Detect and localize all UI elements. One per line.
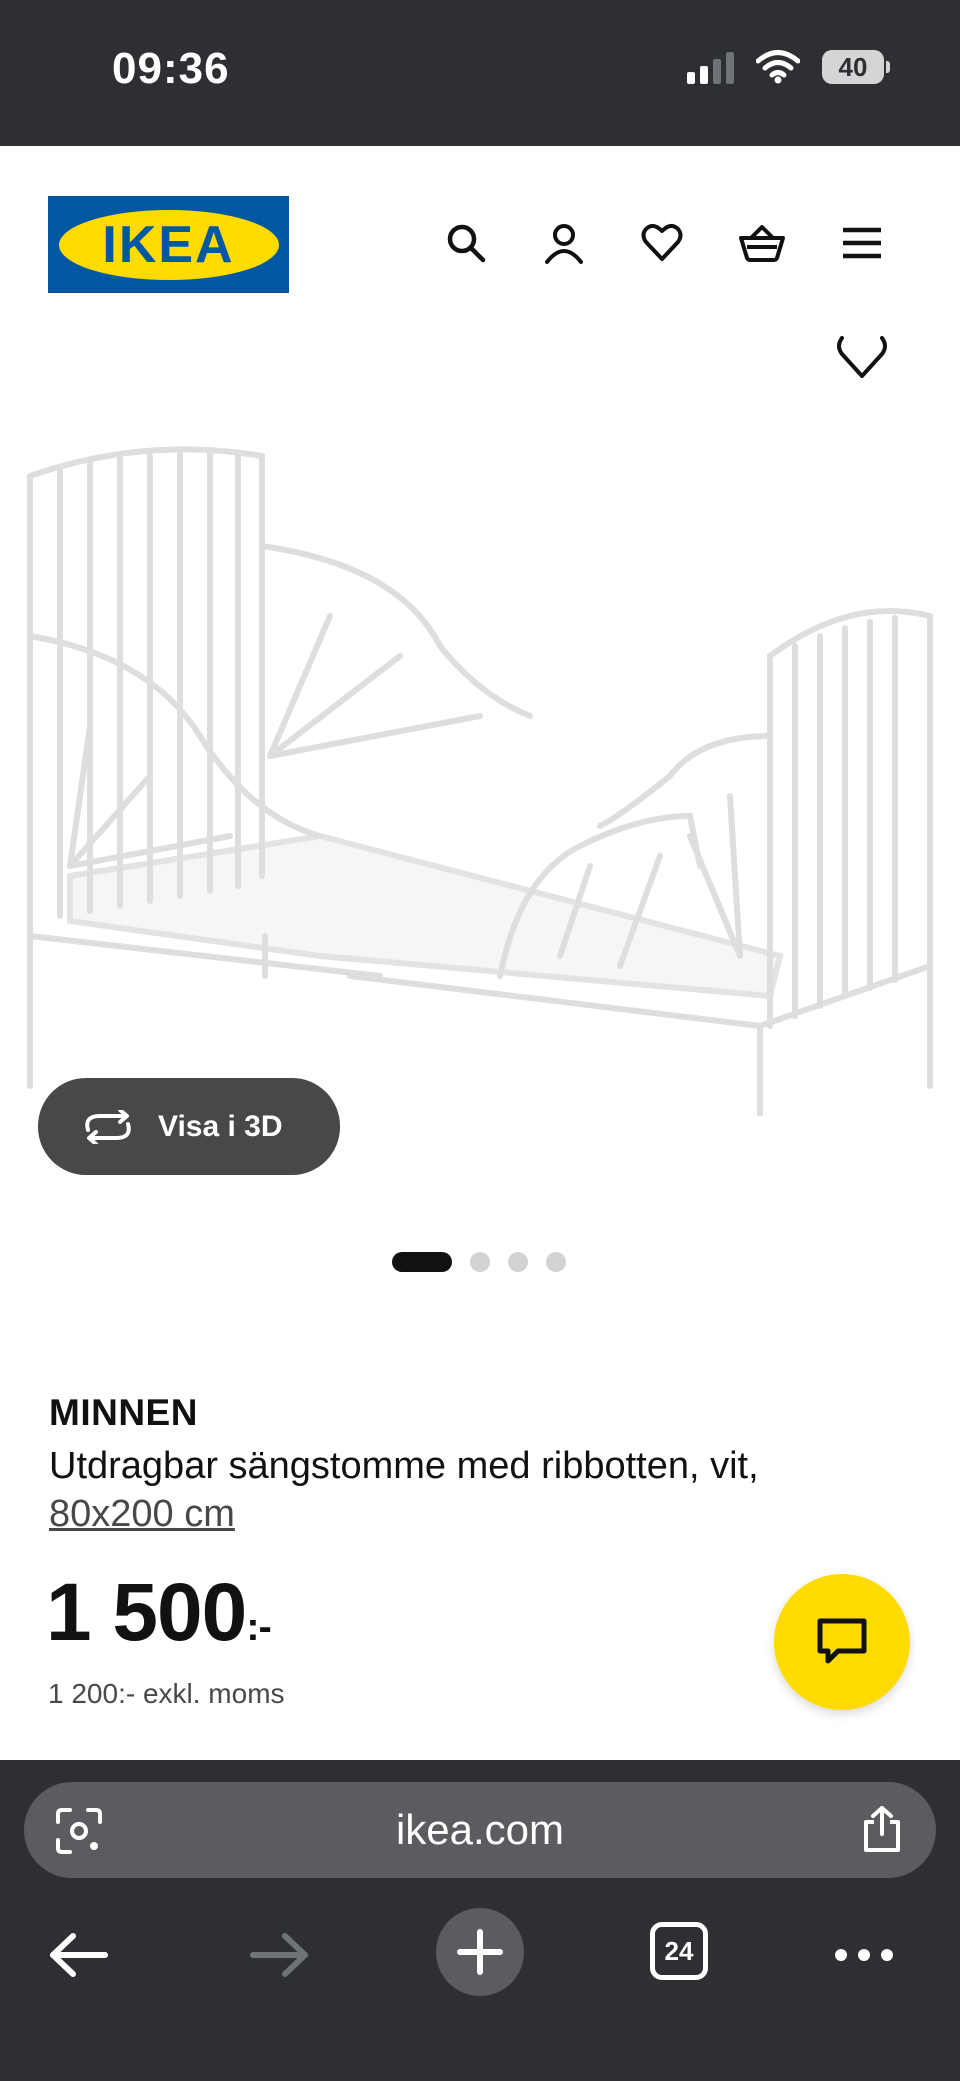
product-image bbox=[27, 446, 933, 1116]
logo-text: IKEA bbox=[102, 215, 235, 274]
wifi-icon bbox=[756, 50, 800, 84]
price-amount: 1 500 bbox=[46, 1567, 247, 1658]
chat-button[interactable] bbox=[774, 1574, 910, 1710]
battery-icon: 40 bbox=[822, 50, 890, 84]
chat-icon bbox=[817, 1618, 867, 1664]
browser-toolbar: ikea.com 24 bbox=[0, 1760, 960, 2081]
share-icon[interactable] bbox=[858, 1804, 906, 1854]
view-in-3d-button[interactable]: Visa i 3D bbox=[38, 1078, 340, 1175]
more-dots-icon bbox=[835, 1949, 893, 1961]
status-icons: 40 bbox=[687, 50, 890, 84]
site-header: IKEA bbox=[0, 146, 960, 336]
more-menu-button[interactable] bbox=[832, 1900, 896, 2010]
price-suffix: :- bbox=[246, 1605, 272, 1649]
product-price: 1 500:- bbox=[46, 1566, 272, 1660]
favorite-heart-icon[interactable] bbox=[836, 336, 888, 380]
status-time: 09:36 bbox=[112, 44, 230, 93]
back-button[interactable] bbox=[44, 1900, 114, 2010]
rotate-3d-icon bbox=[85, 1109, 131, 1144]
header-actions bbox=[445, 222, 883, 264]
cellular-signal-icon bbox=[687, 50, 734, 84]
browser-nav: 24 bbox=[0, 1900, 960, 2030]
address-bar[interactable]: ikea.com bbox=[24, 1782, 936, 1878]
gallery-pagination bbox=[392, 1252, 566, 1272]
tabs-button[interactable]: 24 bbox=[650, 1922, 708, 1980]
forward-button[interactable] bbox=[244, 1900, 314, 2010]
forward-arrow-icon bbox=[250, 1933, 308, 1977]
search-icon[interactable] bbox=[445, 222, 487, 264]
product-name: MINNEN bbox=[49, 1392, 198, 1433]
product-description-text: Utdragbar sängstomme med ribbotten, vit, bbox=[49, 1445, 759, 1487]
new-tab-button[interactable] bbox=[436, 1908, 524, 1996]
view-in-3d-label: Visa i 3D bbox=[158, 1109, 283, 1143]
pagination-dot[interactable] bbox=[508, 1252, 528, 1272]
menu-icon[interactable] bbox=[841, 222, 883, 264]
price-excl-vat: 1 200:- exkl. moms bbox=[48, 1678, 285, 1709]
pagination-dot-active[interactable] bbox=[392, 1252, 452, 1272]
plus-icon bbox=[457, 1929, 503, 1975]
battery-level: 40 bbox=[838, 51, 868, 82]
pagination-dot[interactable] bbox=[470, 1252, 490, 1272]
url-text: ikea.com bbox=[395, 1806, 565, 1853]
basket-icon[interactable] bbox=[739, 222, 785, 264]
product-size-link[interactable]: 80x200 cm bbox=[49, 1493, 235, 1535]
product-gallery[interactable]: Visa i 3D bbox=[0, 336, 960, 1286]
account-icon[interactable] bbox=[543, 222, 585, 264]
heart-icon[interactable] bbox=[641, 222, 683, 264]
product-description: Utdragbar sängstomme med ribbotten, vit,… bbox=[49, 1442, 889, 1538]
ikea-logo[interactable]: IKEA bbox=[48, 196, 289, 293]
pagination-dot[interactable] bbox=[546, 1252, 566, 1272]
back-arrow-icon bbox=[50, 1933, 108, 1977]
status-bar: 09:36 40 bbox=[0, 0, 960, 146]
logo-oval: IKEA bbox=[58, 209, 279, 280]
